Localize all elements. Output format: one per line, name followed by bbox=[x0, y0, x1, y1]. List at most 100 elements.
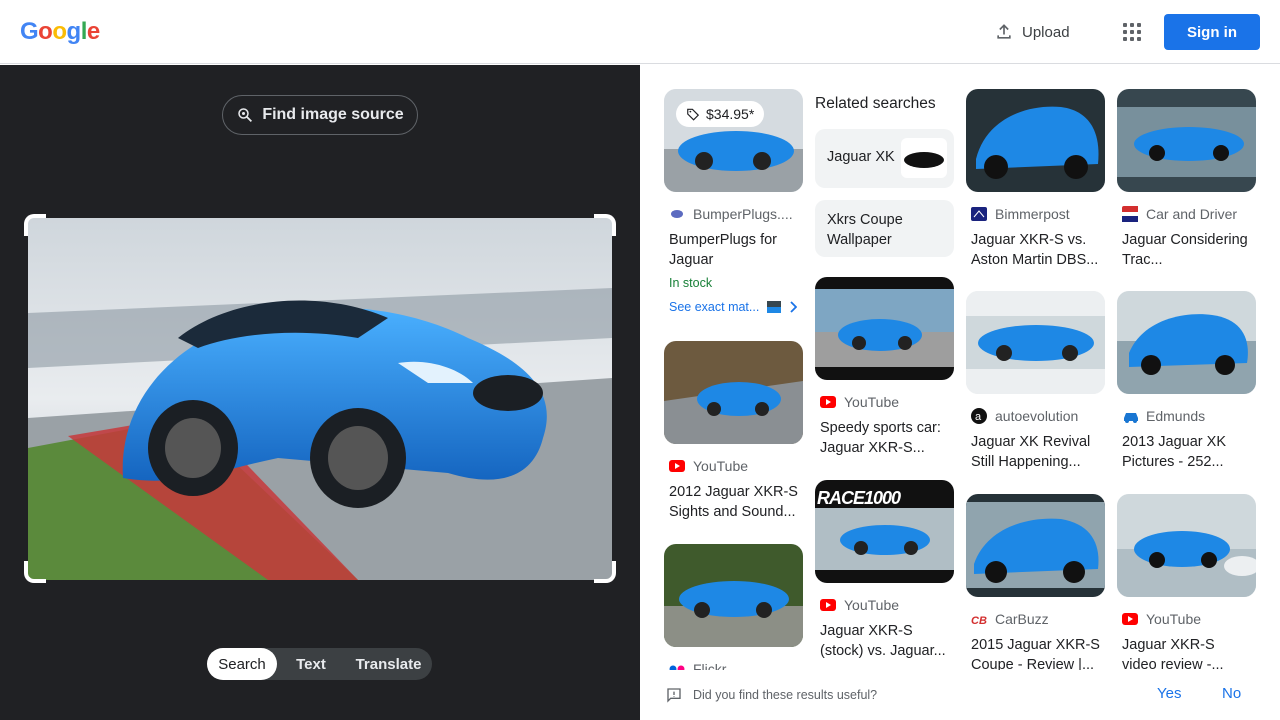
logo-letter: o bbox=[38, 18, 53, 45]
result-source: Edmunds bbox=[1117, 408, 1256, 424]
chevron-right-icon bbox=[790, 301, 798, 313]
logo-letter: e bbox=[86, 18, 100, 45]
feedback-question: Did you find these results useful? bbox=[693, 688, 878, 702]
result-title[interactable]: Jaguar XKR-S (stock) vs. Jaguar... bbox=[815, 621, 949, 661]
result-title[interactable]: 2015 Jaguar XKR-S Coupe - Review |... bbox=[966, 635, 1100, 675]
apps-grid-icon[interactable] bbox=[1116, 16, 1148, 48]
carbuzz-icon: CB bbox=[971, 611, 987, 627]
result-title[interactable]: BumperPlugs for Jaguar bbox=[664, 230, 798, 270]
youtube-icon bbox=[820, 597, 836, 613]
find-image-source-label: Find image source bbox=[262, 106, 404, 123]
result-card[interactable]: YouTube 2012 Jaguar XKR-S Sights and Sou… bbox=[664, 341, 803, 522]
chip-label: Xkrs Coupe Wallpaper bbox=[827, 212, 903, 248]
result-thumbnail[interactable]: $34.95* bbox=[664, 89, 803, 192]
result-card[interactable]: Bimmerpost Jaguar XKR-S vs. Aston Martin… bbox=[966, 89, 1105, 270]
result-card[interactable]: YouTube Speedy sports car: Jaguar XKR-S.… bbox=[815, 277, 954, 458]
chip-thumbnail bbox=[901, 138, 947, 178]
bumperplugs-favicon-icon bbox=[669, 206, 685, 222]
related-searches-heading: Related searches bbox=[815, 95, 936, 112]
crop-handle-bottom-left[interactable] bbox=[24, 561, 46, 583]
result-title[interactable]: Jaguar Considering Trac... bbox=[1117, 230, 1251, 270]
source-name: Bimmerpost bbox=[995, 206, 1070, 222]
result-thumbnail[interactable] bbox=[815, 277, 954, 380]
result-source: Car and Driver bbox=[1117, 206, 1256, 222]
result-card[interactable]: a autoevolution Jaguar XK Revival Still … bbox=[966, 291, 1105, 472]
car-and-driver-icon bbox=[1122, 206, 1138, 222]
result-thumbnail[interactable] bbox=[1117, 89, 1256, 192]
stock-status: In stock bbox=[669, 276, 713, 290]
result-card[interactable]: RACE1000 YouTube Jaguar XKR-S (stock) vs… bbox=[815, 480, 954, 661]
exact-label: See exact mat... bbox=[669, 300, 760, 314]
crop-handle-top-left[interactable] bbox=[24, 214, 46, 236]
related-search-chip[interactable]: Xkrs Coupe Wallpaper bbox=[815, 200, 954, 257]
result-thumbnail[interactable] bbox=[966, 291, 1105, 394]
price-value: $34.95* bbox=[706, 106, 755, 122]
crop-handle-bottom-right[interactable] bbox=[594, 561, 616, 583]
result-thumbnail[interactable] bbox=[1117, 494, 1256, 597]
mode-search-tab[interactable]: Search bbox=[207, 648, 277, 680]
result-thumbnail[interactable] bbox=[664, 341, 803, 444]
youtube-icon bbox=[669, 458, 685, 474]
source-name: YouTube bbox=[1146, 611, 1202, 627]
source-name: autoevolution bbox=[995, 408, 1079, 424]
result-title[interactable]: Jaguar XK Revival Still Happening... bbox=[966, 432, 1100, 472]
result-card[interactable]: Car and Driver Jaguar Considering Trac..… bbox=[1117, 89, 1256, 270]
source-name: Car and Driver bbox=[1146, 206, 1238, 222]
result-card[interactable]: CB CarBuzz 2015 Jaguar XKR-S Coupe - Rev… bbox=[966, 494, 1105, 675]
feedback-icon bbox=[667, 688, 681, 703]
see-exact-matches-link[interactable]: See exact mat... bbox=[664, 300, 803, 314]
race1000-overlay-text: RACE1000 bbox=[817, 488, 901, 508]
google-logo[interactable]: Google bbox=[20, 18, 100, 46]
result-title[interactable]: 2012 Jaguar XKR-S Sights and Sound... bbox=[664, 482, 798, 522]
source-name: CarBuzz bbox=[995, 611, 1049, 627]
chip-label: Jaguar XK bbox=[827, 149, 895, 165]
result-source: a autoevolution bbox=[966, 408, 1105, 424]
source-name: BumperPlugs.... bbox=[693, 206, 793, 222]
result-source: BumperPlugs.... bbox=[664, 206, 803, 222]
result-thumbnail[interactable] bbox=[664, 544, 803, 647]
result-source: YouTube bbox=[664, 458, 803, 474]
svg-text:a: a bbox=[975, 411, 982, 423]
source-name: Edmunds bbox=[1146, 408, 1206, 424]
mode-switcher: Search Text Translate bbox=[207, 648, 432, 680]
uploaded-image[interactable] bbox=[28, 218, 612, 580]
mode-text-tab[interactable]: Text bbox=[277, 648, 345, 680]
result-card[interactable]: Flickr bbox=[664, 544, 803, 677]
result-thumbnail[interactable] bbox=[1117, 291, 1256, 394]
top-header: Google Upload Sign in bbox=[0, 0, 1280, 64]
bimmerpost-icon bbox=[971, 206, 987, 222]
result-title[interactable]: Speedy sports car: Jaguar XKR-S... bbox=[815, 418, 949, 458]
result-source: CB CarBuzz bbox=[966, 611, 1105, 627]
logo-letter: g bbox=[66, 18, 82, 45]
sign-in-button[interactable]: Sign in bbox=[1164, 14, 1260, 50]
edmunds-car-icon bbox=[1122, 408, 1138, 424]
price-tag-icon bbox=[687, 108, 700, 121]
results-panel: $34.95* BumperPlugs.... BumperPlugs for … bbox=[640, 65, 1280, 720]
result-thumbnail[interactable] bbox=[966, 89, 1105, 192]
result-thumbnail[interactable]: RACE1000 bbox=[815, 480, 954, 583]
find-image-source-button[interactable]: Find image source bbox=[222, 95, 418, 135]
result-title[interactable]: 2013 Jaguar XK Pictures - 252... bbox=[1117, 432, 1251, 472]
related-search-chip[interactable]: Jaguar XK bbox=[815, 129, 954, 188]
youtube-icon bbox=[820, 394, 836, 410]
mode-translate-tab[interactable]: Translate bbox=[345, 648, 432, 680]
result-title[interactable]: Jaguar XKR-S vs. Aston Martin DBS... bbox=[966, 230, 1100, 270]
image-preview-panel: Find image source Search Text Translate bbox=[0, 65, 640, 720]
result-thumbnail[interactable] bbox=[966, 494, 1105, 597]
crop-handle-top-right[interactable] bbox=[594, 214, 616, 236]
feedback-no-button[interactable]: No bbox=[1222, 685, 1241, 702]
result-source: YouTube bbox=[815, 597, 954, 613]
feedback-yes-button[interactable]: Yes bbox=[1157, 685, 1181, 702]
result-card[interactable]: Edmunds 2013 Jaguar XK Pictures - 252... bbox=[1117, 291, 1256, 472]
logo-letter: G bbox=[20, 18, 39, 45]
upload-label: Upload bbox=[1022, 23, 1070, 41]
source-name: YouTube bbox=[844, 394, 900, 410]
result-card[interactable]: $34.95* BumperPlugs.... BumperPlugs for … bbox=[664, 89, 803, 314]
price-badge: $34.95* bbox=[676, 101, 765, 127]
svg-text:CB: CB bbox=[971, 615, 987, 625]
result-title[interactable]: Jaguar XKR-S video review -... bbox=[1117, 635, 1251, 675]
feedback-bar: Did you find these results useful? Yes N… bbox=[640, 670, 1280, 720]
upload-button[interactable]: Upload bbox=[984, 14, 1080, 50]
result-card[interactable]: YouTube Jaguar XKR-S video review -... bbox=[1117, 494, 1256, 675]
youtube-icon bbox=[1122, 611, 1138, 627]
